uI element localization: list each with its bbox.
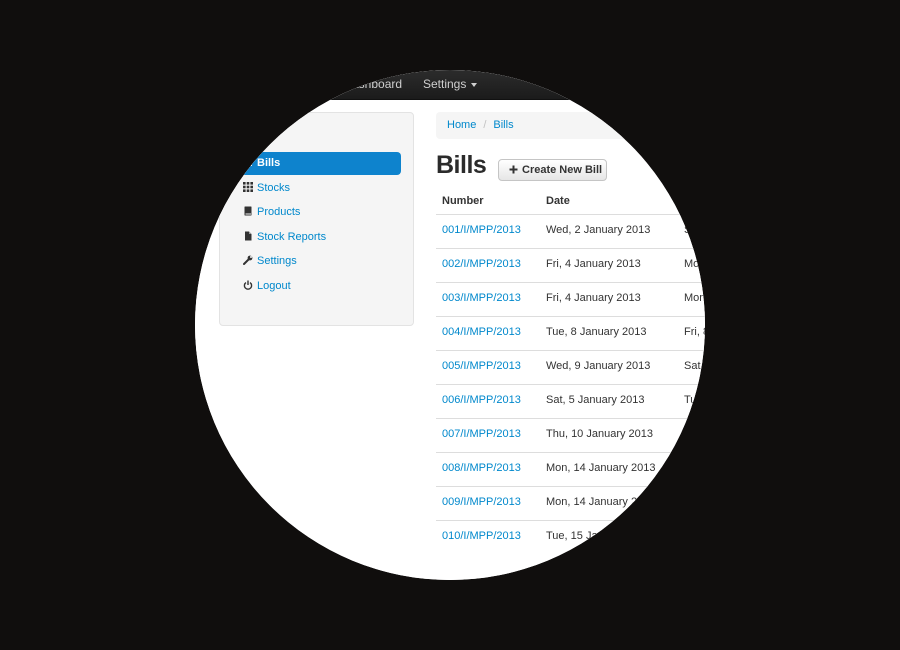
table-row: 009/I/MPP/2013 Mon, 14 January 20 — [436, 486, 705, 520]
wrench-icon — [243, 255, 253, 265]
sidebar-item-stocks[interactable]: Stocks — [232, 177, 401, 200]
table-row: 005/I/MPP/2013 Wed, 9 January 2013 Sat, — [436, 350, 705, 384]
home-icon — [243, 133, 253, 143]
app-window: ashboard Settings me Bills Stocks Produc… — [195, 70, 705, 580]
sidebar-item-label: Settings — [257, 255, 297, 267]
bill-due-date: S — [684, 224, 692, 236]
bill-date: Tue, 15 Janu — [546, 530, 610, 542]
column-header-number: Number — [442, 195, 484, 207]
bill-due-date: Mo — [684, 258, 700, 270]
bill-date: Fri, 4 January 2013 — [546, 292, 641, 304]
bill-number-link[interactable]: 006/I/MPP/2013 — [442, 394, 521, 406]
caret-down-icon — [471, 82, 478, 87]
breadcrumb-bills-link[interactable]: Bills — [493, 119, 513, 131]
bill-date: Wed, 9 January 2013 — [546, 360, 651, 372]
file-icon — [243, 231, 253, 241]
book-icon — [243, 206, 253, 216]
create-new-bill-button[interactable]: Create New Bill — [498, 159, 607, 181]
sidebar-item-stock-reports[interactable]: Stock Reports — [232, 226, 401, 249]
table-row: 002/I/MPP/2013 Fri, 4 January 2013 Mo — [436, 248, 705, 282]
bill-date: Sat, 5 January 2013 — [546, 394, 645, 406]
grid-icon — [243, 182, 253, 192]
bill-due-date: Sat, — [684, 360, 704, 372]
bill-date: Mon, 14 January 20 — [546, 496, 644, 508]
breadcrumb: Home / Bills — [436, 112, 705, 139]
magnifier-lens: ashboard Settings me Bills Stocks Produc… — [195, 70, 705, 580]
table-row: 007/I/MPP/2013 Thu, 10 January 2013 — [436, 418, 705, 452]
power-icon — [243, 280, 253, 290]
nav-settings-dropdown[interactable]: Settings — [423, 77, 478, 91]
table-row: 008/I/MPP/2013 Mon, 14 January 2013 — [436, 452, 705, 486]
bill-number-link[interactable]: 005/I/MPP/2013 — [442, 360, 521, 372]
bill-number-link[interactable]: 004/I/MPP/2013 — [442, 326, 521, 338]
sidebar-item-home[interactable]: me — [232, 128, 401, 151]
sidebar-item-settings[interactable]: Settings — [232, 250, 401, 273]
bill-number-link[interactable]: 001/I/MPP/2013 — [442, 224, 521, 236]
sidebar-item-label: Bills — [257, 157, 281, 169]
table-row: 004/I/MPP/2013 Tue, 8 January 2013 Fri, 8 — [436, 316, 705, 350]
sidebar-item-bills[interactable]: Bills — [232, 152, 401, 175]
bill-number-link[interactable]: 008/I/MPP/2013 — [442, 462, 521, 474]
bill-number-link[interactable]: 009/I/MPP/2013 — [442, 496, 521, 508]
bill-number-link[interactable]: 010/I/MPP/2013 — [442, 530, 521, 542]
bill-date: Tue, 8 January 2013 — [546, 326, 647, 338]
create-new-bill-label: Create New Bill — [522, 164, 603, 176]
plus-icon — [509, 165, 518, 174]
sidebar-item-label: Stock Reports — [257, 231, 327, 243]
breadcrumb-home-link[interactable]: Home — [447, 119, 476, 131]
sidebar-item-label: Products — [257, 206, 301, 218]
bill-date: Wed, 2 January 2013 — [546, 224, 651, 236]
bill-date: Thu, 10 January 2013 — [546, 428, 654, 440]
column-header-date: Date — [546, 195, 570, 207]
nav-dashboard-link[interactable]: ashboard — [352, 77, 402, 91]
breadcrumb-separator: / — [483, 119, 487, 131]
top-navbar: ashboard Settings — [195, 70, 705, 100]
screenshot-stage: ashboard Settings me Bills Stocks Produc… — [0, 0, 900, 650]
sidebar-item-label: me — [257, 133, 273, 145]
nav-settings-label: Settings — [423, 77, 467, 91]
bill-number-link[interactable]: 002/I/MPP/2013 — [442, 258, 521, 270]
table-row: 003/I/MPP/2013 Fri, 4 January 2013 Mon — [436, 282, 705, 316]
sidebar: me Bills Stocks Products Stock Reports S… — [219, 112, 414, 326]
bill-due-date: Tu — [684, 394, 697, 406]
sidebar-item-label: Stocks — [257, 182, 291, 194]
sidebar-item-products[interactable]: Products — [232, 201, 401, 224]
bill-number-link[interactable]: 003/I/MPP/2013 — [442, 292, 521, 304]
sidebar-item-logout[interactable]: Logout — [232, 275, 401, 298]
table-row: 010/I/MPP/2013 Tue, 15 Janu — [436, 520, 705, 554]
table-row: 001/I/MPP/2013 Wed, 2 January 2013 S — [436, 214, 705, 248]
bill-due-date: Fri, 8 — [684, 326, 705, 338]
bill-number-link[interactable]: 007/I/MPP/2013 — [442, 428, 521, 440]
bill-date: Fri, 4 January 2013 — [546, 258, 641, 270]
table-row: 006/I/MPP/2013 Sat, 5 January 2013 Tu — [436, 384, 705, 418]
bill-date: Mon, 14 January 2013 — [546, 462, 656, 474]
bill-due-date: Mon — [684, 292, 705, 304]
page-title: Bills — [436, 151, 487, 179]
bills-icon — [243, 157, 253, 167]
bills-table: 001/I/MPP/2013 Wed, 2 January 2013 S 002/I/… — [436, 214, 705, 554]
sidebar-item-label: Logout — [257, 280, 291, 292]
